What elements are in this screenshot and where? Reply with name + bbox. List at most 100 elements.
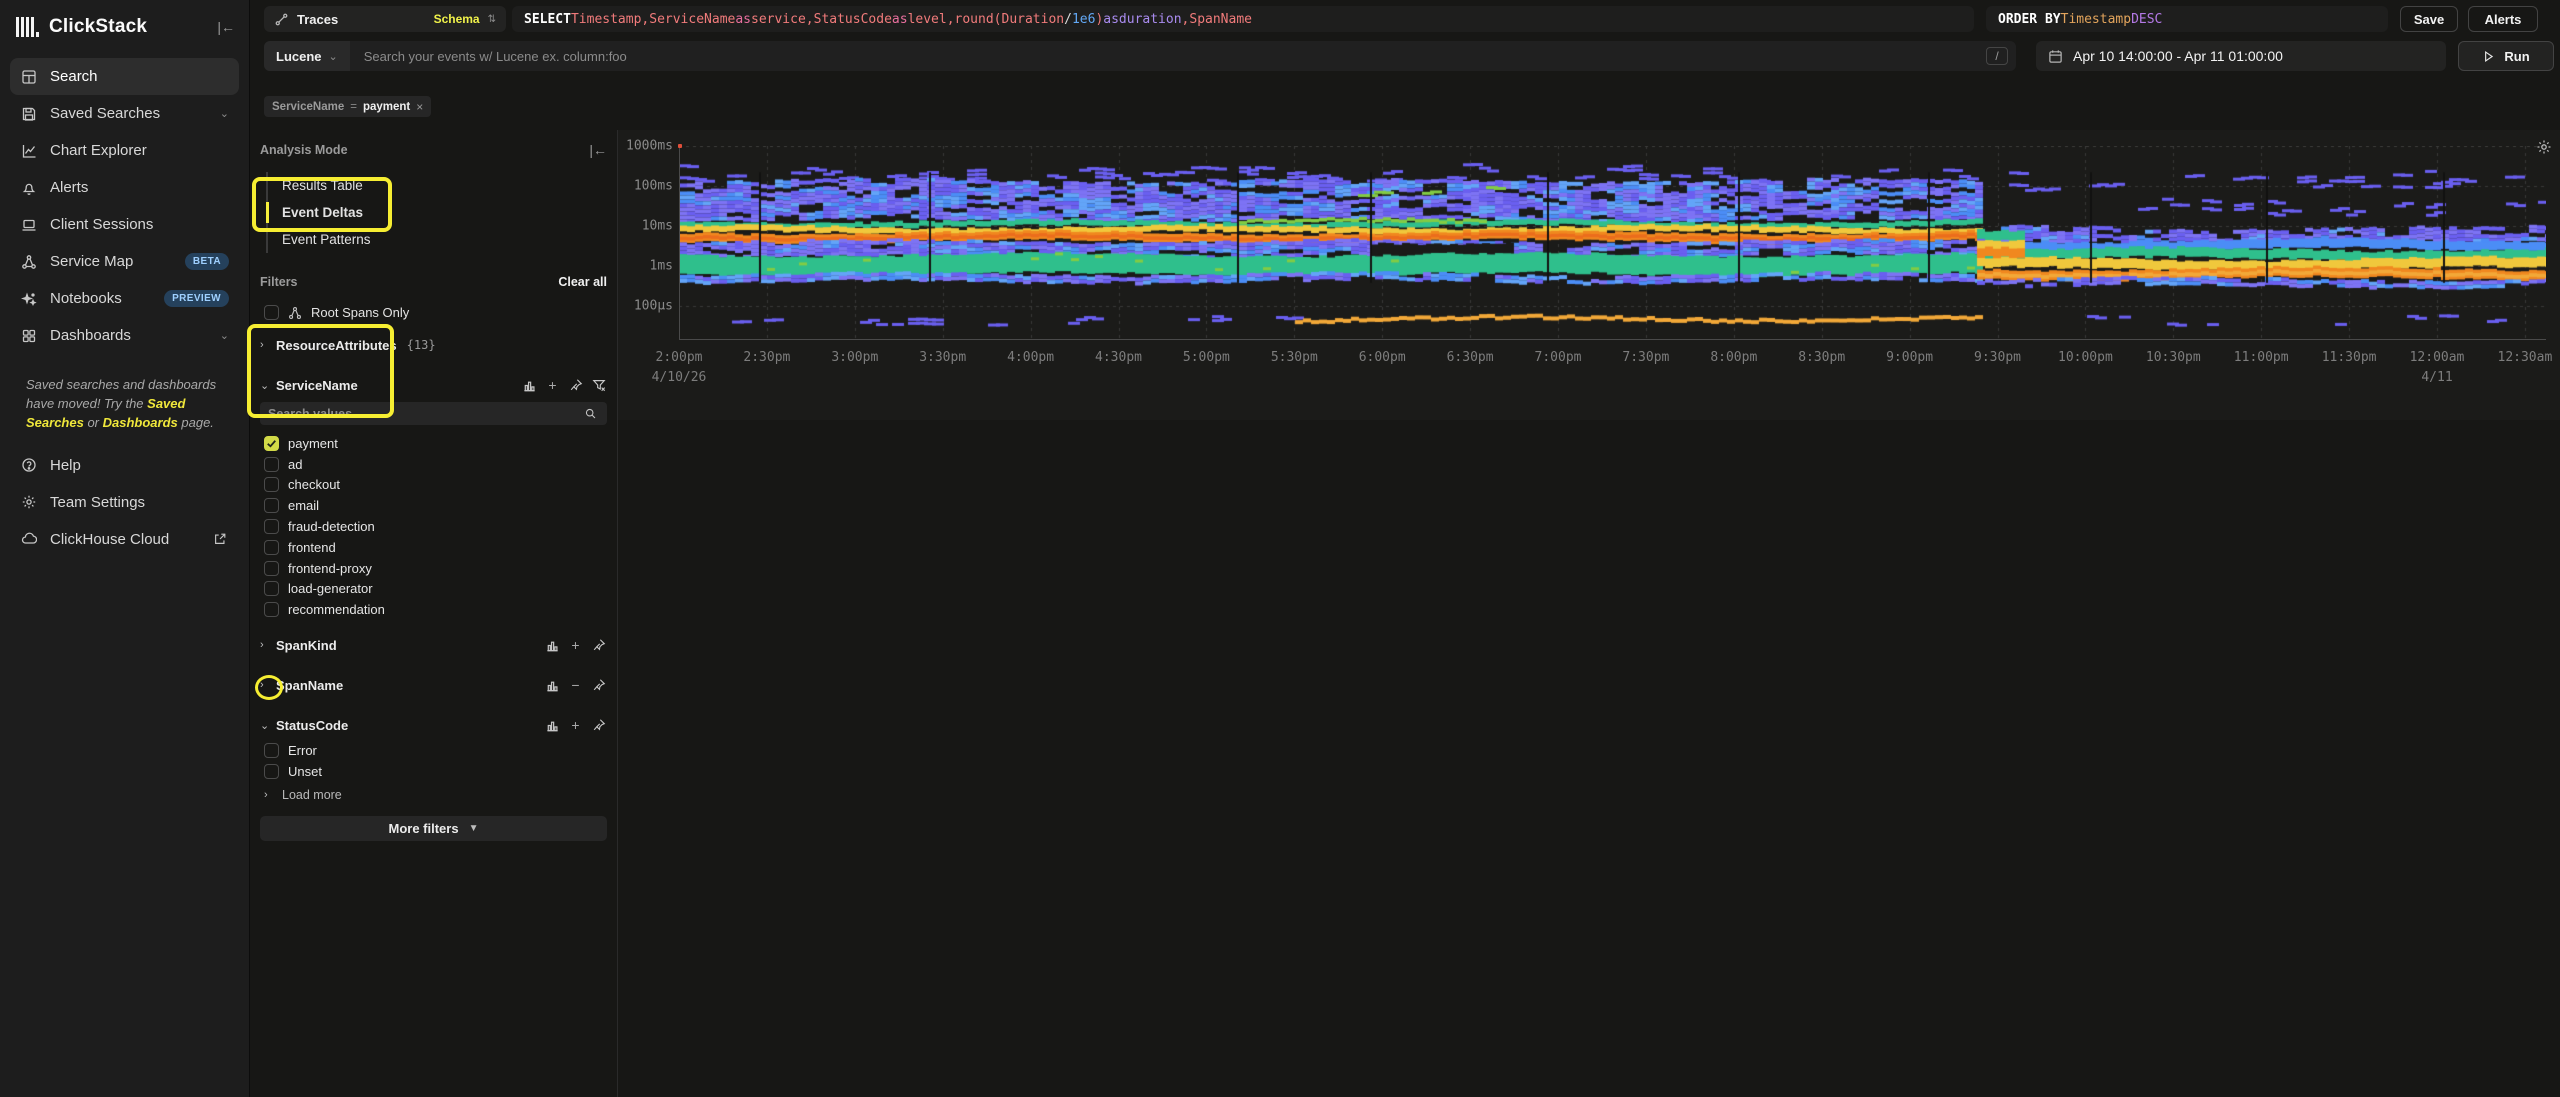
filter-value-ad[interactable]: ad [260, 454, 607, 475]
run-button[interactable]: Run [2458, 41, 2554, 71]
filter-search-placeholder: Search values... [268, 407, 582, 421]
y-axis-tick-label: 100µs [634, 299, 673, 314]
filter-value-frontend-proxy[interactable]: frontend-proxy [260, 558, 607, 579]
checkbox-recommendation[interactable] [264, 602, 279, 617]
checkbox-email[interactable] [264, 498, 279, 513]
checkbox-frontend[interactable] [264, 540, 279, 555]
filter-value-frontend[interactable]: frontend [260, 537, 607, 558]
root-spans-label: Root Spans Only [311, 305, 409, 320]
checkbox-fraud-detection[interactable] [264, 519, 279, 534]
filter-clear-icon[interactable] [590, 377, 607, 394]
y-axis-tick-label: 1ms [650, 259, 673, 274]
filter-value-payment[interactable]: payment [260, 433, 607, 454]
filter-chip-row: ServiceName=payment× [264, 96, 431, 117]
x-axis-tick-label: 7:00pm [1535, 350, 1582, 365]
filter-search-input[interactable]: Search values... [260, 402, 607, 425]
sidebar-item-alerts[interactable]: Alerts [10, 169, 239, 206]
root-spans-checkbox[interactable] [264, 305, 279, 320]
filter-value-Error[interactable]: Error [260, 740, 607, 761]
search-input[interactable]: Search your events w/ Lucene ex. column:… [350, 49, 1986, 64]
schema-sort-icon[interactable]: ⇅ [488, 14, 496, 25]
sidebar-item-notebooks[interactable]: NotebooksPREVIEW [10, 280, 239, 317]
chevron-down-icon: ⌄ [260, 719, 270, 732]
filter-value-load-generator[interactable]: load-generator [260, 579, 607, 600]
sidebar-item-label: Chart Explorer [50, 142, 229, 159]
more-filters-button[interactable]: More filters ▼ [260, 816, 607, 841]
x-axis-date-label: 4/10/26 [652, 370, 707, 385]
filter-group-header[interactable]: ⌄ServiceName+ [260, 370, 607, 400]
sidebar-item-clickhouse-cloud[interactable]: ClickHouse Cloud [10, 521, 239, 558]
minus-icon[interactable]: − [567, 677, 584, 694]
sql-query-editor[interactable]: SELECT Timestamp, ServiceName as service… [512, 6, 1974, 32]
sidebar-item-help[interactable]: Help [10, 447, 239, 484]
chevron-down-icon: ⌄ [260, 379, 270, 392]
source-selector[interactable]: Traces Schema ⇅ [264, 6, 506, 32]
checkbox-Error[interactable] [264, 743, 279, 758]
plus-icon[interactable]: + [567, 717, 584, 734]
sql-token: as [735, 12, 751, 27]
sidebar-item-search[interactable]: Search [10, 58, 239, 95]
bar-chart-icon[interactable] [521, 377, 538, 394]
pin-icon[interactable] [567, 377, 584, 394]
tab-event-patterns[interactable]: Event Patterns [268, 226, 607, 253]
checkbox-frontend-proxy[interactable] [264, 561, 279, 576]
bar-chart-icon[interactable] [544, 717, 561, 734]
filter-value-email[interactable]: email [260, 495, 607, 516]
pin-icon[interactable] [590, 677, 607, 694]
sql-token: service [751, 12, 806, 27]
tab-event-deltas[interactable]: Event Deltas [268, 199, 607, 226]
notice-link[interactable]: Dashboards [103, 415, 178, 430]
query-language-select[interactable]: Lucene ⌄ [264, 41, 350, 71]
save-button[interactable]: Save [2400, 6, 2458, 32]
checkbox-load-generator[interactable] [264, 581, 279, 596]
filter-group-header[interactable]: ›ResourceAttributes{13} [260, 330, 607, 360]
pin-icon[interactable] [590, 717, 607, 734]
table-icon [20, 68, 38, 86]
search-bar: Lucene ⌄ Search your events w/ Lucene ex… [264, 41, 2016, 71]
chart-settings-gear-icon[interactable] [2536, 139, 2552, 155]
filter-chip[interactable]: ServiceName=payment× [264, 96, 431, 117]
filter-value-checkout[interactable]: checkout [260, 475, 607, 496]
alerts-button[interactable]: Alerts [2468, 6, 2538, 32]
order-by-editor[interactable]: ORDER BY Timestamp DESC [1986, 6, 2388, 32]
more-filters-label: More filters [389, 821, 459, 836]
close-icon[interactable]: × [416, 100, 423, 114]
pin-icon[interactable] [590, 637, 607, 654]
sidebar-item-saved-searches[interactable]: Saved Searches⌄ [10, 95, 239, 132]
heatmap-canvas[interactable] [679, 146, 2546, 340]
sidebar-item-label: Alerts [50, 179, 229, 196]
x-axis-tick-label: 8:30pm [1798, 350, 1845, 365]
filter-group-header[interactable]: ›SpanName− [260, 670, 607, 700]
filter-value-fraud-detection[interactable]: fraud-detection [260, 516, 607, 537]
schema-button[interactable]: Schema [434, 12, 480, 26]
sidebar-item-chart-explorer[interactable]: Chart Explorer [10, 132, 239, 169]
checkbox-Unset[interactable] [264, 764, 279, 779]
y-axis-tick-label: 100ms [634, 179, 673, 194]
filter-value-recommendation[interactable]: recommendation [260, 599, 607, 620]
checkbox-checkout[interactable] [264, 477, 279, 492]
bar-chart-icon[interactable] [544, 677, 561, 694]
plus-icon[interactable]: + [567, 637, 584, 654]
x-axis-tick-label: 5:30pm [1271, 350, 1318, 365]
filter-group-header[interactable]: ›SpanKind+ [260, 630, 607, 660]
panel-collapse-icon[interactable]: |← [589, 142, 607, 158]
time-range-picker[interactable]: Apr 10 14:00:00 - Apr 11 01:00:00 [2036, 41, 2446, 71]
sidebar-item-dashboards[interactable]: Dashboards⌄ [10, 317, 239, 354]
filter-value-label: frontend-proxy [288, 561, 372, 576]
sidebar-item-client-sessions[interactable]: Client Sessions [10, 206, 239, 243]
gear-icon [20, 493, 38, 511]
filter-group-name: StatusCode [276, 718, 348, 733]
bar-chart-icon[interactable] [544, 637, 561, 654]
checkbox-ad[interactable] [264, 457, 279, 472]
filter-group-header[interactable]: ⌄ StatusCode + [260, 710, 607, 740]
tab-results-table[interactable]: Results Table [268, 172, 607, 199]
filter-value-Unset[interactable]: Unset [260, 761, 607, 782]
sql-token: DESC [2131, 12, 2162, 27]
plus-icon[interactable]: + [544, 377, 561, 394]
sidebar-item-team-settings[interactable]: Team Settings [10, 484, 239, 521]
clear-all-button[interactable]: Clear all [558, 275, 607, 289]
sidebar-item-service-map[interactable]: Service MapBETA [10, 243, 239, 280]
sidebar-collapse-icon[interactable]: |← [217, 19, 235, 35]
checkbox-payment[interactable] [264, 436, 279, 451]
load-more-button[interactable]: ›Load more [264, 788, 607, 802]
